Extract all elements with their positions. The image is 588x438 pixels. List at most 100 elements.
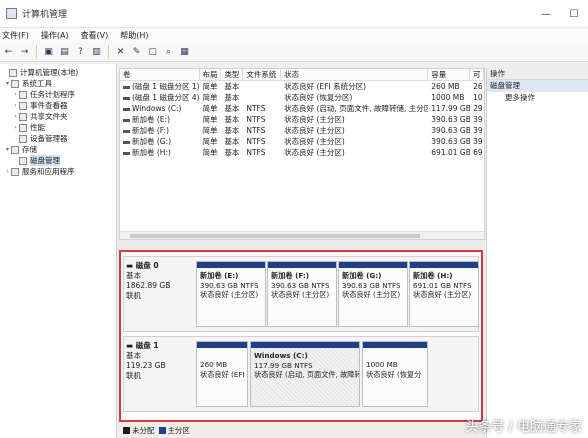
column-header-type[interactable]: 类型: [221, 69, 244, 80]
device-manager-icon: [19, 134, 27, 143]
show-hide-tree-icon[interactable]: ▤: [58, 45, 71, 58]
menu-view[interactable]: 查看(V): [81, 30, 109, 41]
column-header-filesystem[interactable]: 文件系统: [243, 69, 282, 80]
cell-free: 69: [473, 148, 483, 157]
help-icon[interactable]: ?: [74, 45, 87, 58]
search-icon[interactable]: ⌕: [162, 45, 175, 58]
tree-item-disk-management[interactable]: 磁盘管理: [0, 155, 116, 166]
cell-volume: 新加卷 (E:): [120, 114, 200, 125]
disk-icon: ▬: [126, 341, 136, 350]
delete-icon[interactable]: ✕: [114, 45, 127, 58]
expander-icon[interactable]: ›: [12, 113, 19, 120]
tree-item-label: 存储: [22, 145, 37, 154]
cell-status: 状态良好 (恢复分区): [284, 93, 353, 102]
tree-item-performance[interactable]: › 性能: [0, 122, 116, 133]
column-header-status[interactable]: 状态: [281, 69, 429, 80]
cell-filesystem: NTFS: [246, 148, 266, 157]
disk-status: 联机: [126, 291, 141, 300]
horizontal-scrollbar[interactable]: [120, 231, 484, 239]
tree-item-system-tools[interactable]: ▾ 系统工具: [0, 78, 116, 89]
partition-size: 390.63 GB NTFS: [271, 280, 330, 290]
cell-layout: 简单: [202, 126, 218, 135]
maximize-button[interactable]: ☐: [560, 0, 588, 28]
clock-icon: [19, 90, 27, 99]
column-header-capacity[interactable]: 容量: [428, 69, 471, 80]
volume-name: (磁盘 1 磁盘分区 1): [132, 82, 200, 91]
tree-item-computer-management[interactable]: 计算机管理(本地): [0, 67, 116, 78]
legend: 未分配 主分区: [119, 424, 190, 436]
volume-icon: [123, 129, 130, 133]
disk-size: 119.23 GB: [126, 361, 166, 370]
expander-icon[interactable]: ›: [12, 102, 19, 109]
column-header-layout[interactable]: 布局: [200, 69, 222, 80]
partition-name: 新加卷 (H:): [413, 271, 453, 280]
partition-status: 状态良好 (恢复分: [366, 369, 422, 379]
cell-status: 状态良好 (主分区): [284, 126, 345, 135]
disk-0-row: ▬ 磁盘 0 基本 1862.89 GB 联机 新加卷 (E:) 390.63 …: [123, 256, 479, 332]
partition-status: 状态良好 (启动, 页面文件, 故障转: [254, 370, 359, 379]
expander-icon[interactable]: ›: [12, 91, 19, 98]
disk-1-info[interactable]: ▬ 磁盘 1 基本 119.23 GB 联机: [126, 341, 196, 381]
minimize-button[interactable]: —: [532, 0, 560, 28]
cell-layout: 简单: [202, 93, 218, 102]
back-icon[interactable]: ←: [2, 45, 15, 58]
disk-icon: ▬: [126, 261, 136, 270]
tree-item-event-viewer[interactable]: › 事件查看器: [0, 100, 116, 111]
title-bar: 计算机管理 — ☐: [0, 0, 588, 28]
table-row[interactable]: 新加卷 (F:) 简单 基本 NTFS 状态良好 (主分区) 390.63 GB…: [120, 125, 484, 136]
expander-icon[interactable]: ▾: [4, 146, 11, 153]
forward-icon[interactable]: →: [18, 45, 31, 58]
partition-g[interactable]: 新加卷 (G:) 390.63 GB NTFS 状态良好 (主分区): [338, 261, 408, 327]
checkbox-icon[interactable]: ▢: [146, 45, 159, 58]
expander-icon[interactable]: ›: [12, 124, 19, 131]
partition-recovery[interactable]: 1000 MB 状态良好 (恢复分: [362, 341, 428, 407]
tree-item-storage[interactable]: ▾ 存储: [0, 144, 116, 155]
menu-help[interactable]: 帮助(H): [120, 30, 148, 41]
toolbar-separator: [36, 45, 37, 58]
cell-layout: 简单: [202, 82, 218, 91]
tree-item-device-manager[interactable]: 设备管理器: [0, 133, 116, 144]
partition-c[interactable]: Windows (C:) 117.99 GB NTFS 状态良好 (启动, 页面…: [250, 341, 360, 407]
folder-up-icon[interactable]: ▣: [42, 45, 55, 58]
tree-item-shared-folders[interactable]: › 共享文件夹: [0, 111, 116, 122]
cell-capacity: 390.63 GB: [431, 137, 471, 146]
edit-icon[interactable]: ✎: [130, 45, 143, 58]
tree-item-label: 设备管理器: [30, 134, 68, 143]
window-title: 计算机管理: [22, 10, 68, 20]
expander-icon[interactable]: ▾: [4, 80, 11, 87]
tree-item-label: 事件查看器: [30, 101, 68, 110]
partition-status: 状态良好 (主分区): [413, 290, 472, 299]
partition-h[interactable]: 新加卷 (H:) 691.01 GB NTFS 状态良好 (主分区): [409, 261, 479, 327]
tree-item-services-applications[interactable]: › 服务和应用程序: [0, 166, 116, 177]
table-row[interactable]: (磁盘 1 磁盘分区 4) 简单 基本 状态良好 (恢复分区) 1000 MB …: [120, 92, 484, 103]
partition-f[interactable]: 新加卷 (F:) 390.63 GB NTFS 状态良好 (主分区): [267, 261, 337, 327]
table-row[interactable]: (磁盘 1 磁盘分区 1) 简单 基本 状态良好 (EFI 系统分区) 260 …: [120, 81, 484, 92]
cell-status: 状态良好 (EFI 系统分区): [284, 82, 367, 91]
tree-item-label: 任务计划程序: [30, 90, 75, 99]
grid-view-icon[interactable]: ▦: [178, 45, 191, 58]
cell-type: 基本: [224, 148, 240, 157]
partition-efi[interactable]: 260 MB 状态良好 (EFI: [196, 341, 248, 407]
partition-name: Windows (C:): [254, 351, 308, 360]
cell-type: 基本: [224, 82, 240, 91]
partition-e[interactable]: 新加卷 (E:) 390.63 GB NTFS 状态良好 (主分区): [196, 261, 266, 327]
menu-action[interactable]: 操作(A): [41, 30, 69, 41]
column-header-free[interactable]: 可: [470, 69, 484, 80]
pane-splitter[interactable]: [119, 240, 485, 250]
column-header-volume[interactable]: 卷: [120, 69, 200, 80]
scrollbar-thumb[interactable]: [130, 234, 420, 238]
expander-icon[interactable]: ›: [4, 168, 11, 175]
menu-file[interactable]: 文件(F): [2, 30, 29, 41]
table-row[interactable]: 新加卷 (G:) 简单 基本 NTFS 状态良好 (主分区) 390.63 GB…: [120, 136, 484, 147]
cell-volume: (磁盘 1 磁盘分区 4): [120, 92, 200, 103]
table-row[interactable]: Windows (C:) 简单 基本 NTFS 状态良好 (启动, 页面文件, …: [120, 103, 484, 114]
cell-capacity: 260 MB: [431, 82, 460, 91]
more-actions-link[interactable]: 更多操作: [487, 92, 588, 104]
disk-0-info[interactable]: ▬ 磁盘 0 基本 1862.89 GB 联机: [126, 261, 196, 301]
table-row[interactable]: 新加卷 (E:) 简单 基本 NTFS 状态良好 (主分区) 390.63 GB…: [120, 114, 484, 125]
actions-section-disk-management[interactable]: 磁盘管理: [487, 80, 588, 92]
tree-item-label: 系统工具: [22, 79, 52, 88]
tree-item-task-scheduler[interactable]: › 任务计划程序: [0, 89, 116, 100]
table-row[interactable]: 新加卷 (H:) 简单 基本 NTFS 状态良好 (主分区) 691.01 GB…: [120, 147, 484, 158]
properties-icon[interactable]: ▥: [90, 45, 103, 58]
